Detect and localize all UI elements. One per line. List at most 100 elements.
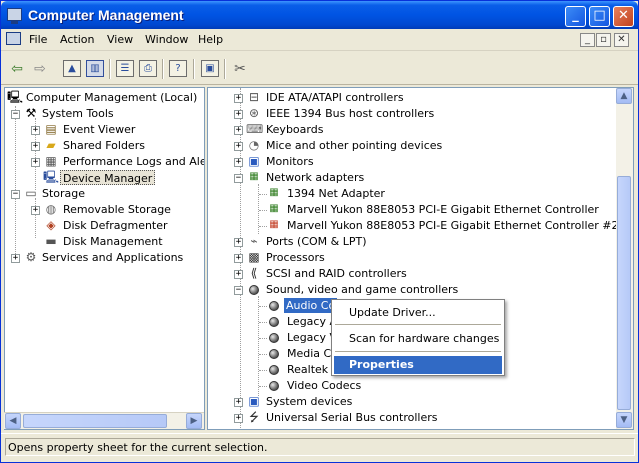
minimize-button[interactable]: _ bbox=[565, 6, 586, 27]
network-card-icon: ▦ bbox=[269, 187, 279, 198]
device-category-ieee1394[interactable]: + ⊛ IEEE 1394 Bus host controllers bbox=[208, 106, 618, 122]
child-close-button[interactable]: ✕ bbox=[614, 33, 629, 47]
tree-node-event-viewer[interactable]: + ▤ Event Viewer bbox=[5, 122, 204, 138]
device-tree[interactable]: + ⊟ IDE ATA/ATAPI controllers + ⊛ IEEE 1… bbox=[207, 87, 634, 430]
storage-icon: ▭ bbox=[25, 186, 37, 200]
services-icon: ⚙ bbox=[25, 250, 37, 264]
device-marvell-ethernet-2[interactable]: ▦ Marvell Yukon 88E8053 PCI-E Gigabit Et… bbox=[208, 218, 619, 234]
scroll-down-button[interactable]: ▼ bbox=[616, 412, 632, 428]
tree-node-system-tools[interactable]: − ⚒ System Tools bbox=[5, 106, 204, 122]
usb-icon: ⭍ bbox=[249, 410, 259, 424]
back-button[interactable]: ⇦ bbox=[8, 60, 26, 78]
print-icon[interactable]: ⎙ bbox=[139, 60, 157, 77]
up-one-level-icon[interactable]: ▲ bbox=[63, 60, 81, 77]
processor-icon: ▩ bbox=[248, 250, 260, 264]
performance-icon: ▦ bbox=[45, 154, 57, 168]
expand-icon[interactable]: + bbox=[234, 414, 243, 423]
expand-icon[interactable]: + bbox=[31, 142, 40, 151]
tree-node-removable-storage[interactable]: + ◍ Removable Storage bbox=[5, 202, 204, 218]
scroll-thumb[interactable] bbox=[23, 414, 167, 428]
device-category-ports[interactable]: + ⌁ Ports (COM & LPT) bbox=[208, 234, 618, 250]
collapse-icon[interactable]: − bbox=[234, 286, 243, 295]
child-minimize-button[interactable]: _ bbox=[580, 33, 595, 47]
menu-view[interactable]: View bbox=[107, 33, 133, 46]
network-card-warning-icon: ▦ bbox=[269, 219, 279, 230]
expand-icon[interactable]: + bbox=[234, 110, 243, 119]
device-category-processors[interactable]: + ▩ Processors bbox=[208, 250, 618, 266]
horizontal-scrollbar[interactable]: ◀ ▶ bbox=[4, 412, 204, 429]
title-bar[interactable]: Computer Management _ □ ✕ bbox=[1, 1, 638, 29]
scroll-up-button[interactable]: ▲ bbox=[616, 88, 632, 104]
menu-help[interactable]: Help bbox=[198, 33, 223, 46]
tree-node-shared-folders[interactable]: + ▰ Shared Folders bbox=[5, 138, 204, 154]
uninstall-icon[interactable]: ✂ bbox=[231, 60, 249, 78]
expand-icon[interactable]: + bbox=[234, 142, 243, 151]
menu-window[interactable]: Window bbox=[145, 33, 188, 46]
tree-node-storage[interactable]: − ▭ Storage bbox=[5, 186, 204, 202]
system-devices-icon: ▣ bbox=[248, 394, 260, 408]
expand-icon[interactable]: + bbox=[234, 238, 243, 247]
toolbar-separator bbox=[193, 59, 195, 79]
vertical-scrollbar[interactable]: ▲ ▼ bbox=[616, 88, 633, 429]
device-video-codecs[interactable]: Video Codecs bbox=[208, 378, 618, 394]
device-1394-net-adapter[interactable]: ▦ 1394 Net Adapter bbox=[208, 186, 618, 202]
scan-hardware-icon[interactable]: ▣ bbox=[201, 60, 219, 77]
tree-node-disk-defragmenter[interactable]: ◈ Disk Defragmenter bbox=[5, 218, 204, 234]
tree-node-performance-logs[interactable]: + ▦ Performance Logs and Alerts bbox=[5, 154, 204, 170]
network-card-icon: ▦ bbox=[269, 203, 279, 214]
device-category-monitors[interactable]: + ▣ Monitors bbox=[208, 154, 618, 170]
expand-icon[interactable]: + bbox=[234, 254, 243, 263]
menu-action[interactable]: Action bbox=[60, 33, 94, 46]
properties-icon[interactable]: ☰ bbox=[116, 60, 134, 77]
tree-node-services-applications[interactable]: + ⚙ Services and Applications bbox=[5, 250, 204, 266]
scsi-icon: ⟪ bbox=[250, 266, 258, 280]
device-category-system-devices[interactable]: + ▣ System devices bbox=[208, 394, 618, 410]
device-category-network-adapters[interactable]: − ▦ Network adapters bbox=[208, 170, 618, 186]
device-category-usb[interactable]: + ⭍ Universal Serial Bus controllers bbox=[208, 410, 618, 426]
keyboard-icon: ⌨ bbox=[246, 122, 264, 136]
toolbar-separator bbox=[224, 59, 226, 79]
status-bar: Opens property sheet for the current sel… bbox=[1, 433, 638, 462]
menu-update-driver[interactable]: Update Driver... bbox=[334, 304, 502, 322]
collapse-icon[interactable]: − bbox=[11, 110, 20, 119]
expand-icon[interactable]: + bbox=[31, 126, 40, 135]
expand-icon[interactable]: + bbox=[234, 94, 243, 103]
menu-scan-hardware[interactable]: Scan for hardware changes bbox=[334, 330, 502, 348]
device-category-sound[interactable]: − Sound, video and game controllers bbox=[208, 282, 618, 298]
scroll-left-button[interactable]: ◀ bbox=[5, 413, 21, 429]
device-category-keyboards[interactable]: + ⌨ Keyboards bbox=[208, 122, 618, 138]
show-hide-tree-icon[interactable]: ▥ bbox=[86, 60, 104, 77]
device-category-ide[interactable]: + ⊟ IDE ATA/ATAPI controllers bbox=[208, 90, 618, 106]
scroll-thumb[interactable] bbox=[617, 176, 631, 410]
menu-properties[interactable]: Properties bbox=[334, 356, 502, 374]
maximize-button[interactable]: □ bbox=[589, 6, 610, 27]
menu-file[interactable]: File bbox=[29, 33, 47, 46]
tree-node-disk-management[interactable]: ▬ Disk Management bbox=[5, 234, 204, 250]
ieee1394-icon: ⊛ bbox=[248, 106, 260, 120]
expand-icon[interactable]: + bbox=[31, 158, 40, 167]
scroll-right-button[interactable]: ▶ bbox=[186, 413, 202, 429]
close-button[interactable]: ✕ bbox=[613, 6, 634, 27]
help-icon[interactable]: ? bbox=[169, 60, 187, 77]
expand-icon[interactable]: + bbox=[234, 398, 243, 407]
expand-icon[interactable]: + bbox=[31, 206, 40, 215]
collapse-icon[interactable]: − bbox=[11, 190, 20, 199]
expand-icon[interactable]: + bbox=[11, 254, 20, 263]
expand-icon[interactable]: + bbox=[234, 158, 243, 167]
console-tree[interactable]: 🖳 Computer Management (Local) − ⚒ System… bbox=[4, 87, 205, 430]
device-category-scsi[interactable]: + ⟪ SCSI and RAID controllers bbox=[208, 266, 618, 282]
child-restore-button[interactable]: ▫ bbox=[596, 33, 611, 47]
collapse-icon[interactable]: − bbox=[234, 174, 243, 183]
expand-icon[interactable]: + bbox=[234, 270, 243, 279]
tree-node-computer-management[interactable]: 🖳 Computer Management (Local) bbox=[5, 90, 204, 106]
removable-storage-icon: ◍ bbox=[45, 202, 57, 216]
forward-button[interactable]: ⇨ bbox=[31, 60, 49, 78]
audio-icon bbox=[266, 300, 282, 314]
console-icon[interactable] bbox=[6, 32, 21, 45]
tree-node-device-manager[interactable]: 🖳 Device Manager bbox=[5, 170, 204, 186]
device-marvell-ethernet[interactable]: ▦ Marvell Yukon 88E8053 PCI-E Gigabit Et… bbox=[208, 202, 618, 218]
expand-icon[interactable]: + bbox=[234, 126, 243, 135]
audio-icon bbox=[266, 364, 282, 378]
toolbar-separator bbox=[109, 59, 111, 79]
device-category-mice[interactable]: + ◔ Mice and other pointing devices bbox=[208, 138, 618, 154]
